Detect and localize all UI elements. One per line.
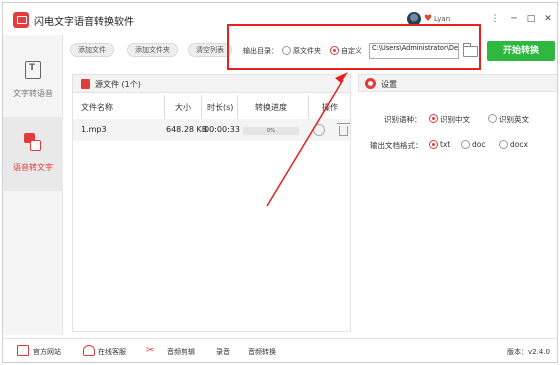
- radio-custom[interactable]: [330, 46, 339, 55]
- close-button[interactable]: ✕: [542, 13, 554, 25]
- radio-format-doc[interactable]: [461, 140, 470, 149]
- file-panel-header: 源文件 (1个): [73, 75, 350, 93]
- text-doc-icon: [25, 61, 41, 79]
- start-convert-button[interactable]: 开始转换: [487, 41, 555, 61]
- column-separator: [201, 95, 202, 119]
- column-separator: [164, 95, 165, 119]
- maximize-button[interactable]: □: [525, 13, 537, 25]
- app-logo-icon: [13, 12, 29, 28]
- file-duration-cell: 00:00:33: [204, 125, 240, 134]
- sidebar-item-label: 文字转语音: [13, 89, 53, 98]
- radio-lang-english-label[interactable]: 识别英文: [499, 114, 529, 125]
- vip-heart-icon: ♥: [424, 14, 433, 24]
- conversion-progress-bar: 0%: [243, 127, 299, 135]
- column-header-name: 文件名称: [81, 103, 113, 112]
- monitor-icon: [17, 345, 29, 356]
- radio-source-folder-label[interactable]: 原文件夹: [293, 46, 321, 56]
- radio-source-folder[interactable]: [282, 46, 291, 55]
- table-row[interactable]: 1.mp3 648.28 KB 00:00:33 0%: [73, 119, 350, 141]
- file-list-panel: 源文件 (1个) 文件名称 大小 时长(s) 转换进度 操作 1.mp3 648…: [72, 74, 351, 332]
- file-panel-title: 源文件 (1个): [95, 80, 141, 89]
- app-window: 闪电文字语音转换软件 ♥ Lyan ⋮ ─ □ ✕ 文字转语音 语音转文字 添加…: [2, 2, 558, 363]
- audio-edit-link[interactable]: 音频剪辑: [167, 347, 195, 357]
- radio-lang-english[interactable]: [488, 114, 497, 123]
- output-dir-label: 输出目录：: [243, 47, 278, 55]
- file-size-cell: 648.28 KB: [166, 125, 208, 134]
- column-header-size: 大小: [175, 103, 191, 112]
- footer: 官方网站 在线客服 ✂ 音频剪辑 录音 音频转换 版本：v2.4.0: [3, 338, 557, 362]
- folder-icon[interactable]: [463, 43, 478, 57]
- output-path-input[interactable]: C:\Users\Administrator\De: [369, 43, 459, 59]
- add-file-button[interactable]: 添加文件: [70, 43, 114, 57]
- radio-format-docx[interactable]: [499, 140, 508, 149]
- source-file-icon: [81, 79, 90, 89]
- sidebar-item-label: 语音转文字: [13, 163, 53, 172]
- online-support-link[interactable]: 在线客服: [98, 347, 126, 357]
- audio-convert-link[interactable]: 音频转换: [248, 347, 276, 357]
- radio-format-docx-label[interactable]: docx: [510, 140, 528, 149]
- radio-lang-chinese-label[interactable]: 识别中文: [440, 114, 470, 125]
- column-separator: [237, 95, 238, 119]
- sidebar-item-text-to-speech[interactable]: 文字转语音: [3, 43, 63, 117]
- play-icon[interactable]: [313, 124, 325, 136]
- recording-link[interactable]: 录音: [216, 347, 230, 357]
- file-name-cell: 1.mp3: [81, 125, 107, 134]
- language-label: 识别语种：: [384, 115, 422, 124]
- app-title: 闪电文字语音转换软件: [34, 17, 134, 28]
- sidebar-item-speech-to-text[interactable]: 语音转文字: [3, 117, 63, 191]
- trash-icon[interactable]: [337, 123, 350, 136]
- column-header-progress: 转换进度: [255, 103, 287, 112]
- radio-custom-label[interactable]: 自定义: [341, 46, 362, 56]
- clear-list-button[interactable]: 清空列表: [188, 43, 232, 57]
- menu-button[interactable]: ⋮: [489, 13, 501, 25]
- speech-to-text-icon: [24, 133, 42, 153]
- version-label: 版本：v2.4.0: [507, 348, 550, 356]
- radio-format-txt[interactable]: [429, 140, 438, 149]
- gear-icon: [365, 78, 376, 89]
- column-separator: [308, 95, 309, 119]
- radio-lang-chinese[interactable]: [429, 114, 438, 123]
- column-header-actions: 操作: [322, 103, 338, 112]
- settings-panel: 设置 识别语种： 识别中文 识别英文 输出文档格式： txt doc docx: [358, 74, 557, 332]
- progress-text: 0%: [267, 128, 275, 134]
- radio-format-txt-label[interactable]: txt: [440, 140, 450, 149]
- add-folder-button[interactable]: 添加文件夹: [127, 43, 178, 57]
- column-header-duration: 时长(s): [207, 103, 234, 112]
- sidebar: 文字转语音 语音转文字: [3, 35, 63, 335]
- audio-edit-icon: ✂: [146, 345, 155, 356]
- format-label: 输出文档格式：: [370, 141, 423, 150]
- settings-header: 设置: [358, 74, 557, 92]
- person-icon: [83, 345, 95, 356]
- username[interactable]: Lyan: [434, 15, 450, 23]
- minimize-button[interactable]: ─: [508, 13, 520, 25]
- radio-format-doc-label[interactable]: doc: [472, 140, 485, 149]
- settings-title: 设置: [381, 80, 397, 89]
- official-site-link[interactable]: 官方网站: [33, 347, 61, 357]
